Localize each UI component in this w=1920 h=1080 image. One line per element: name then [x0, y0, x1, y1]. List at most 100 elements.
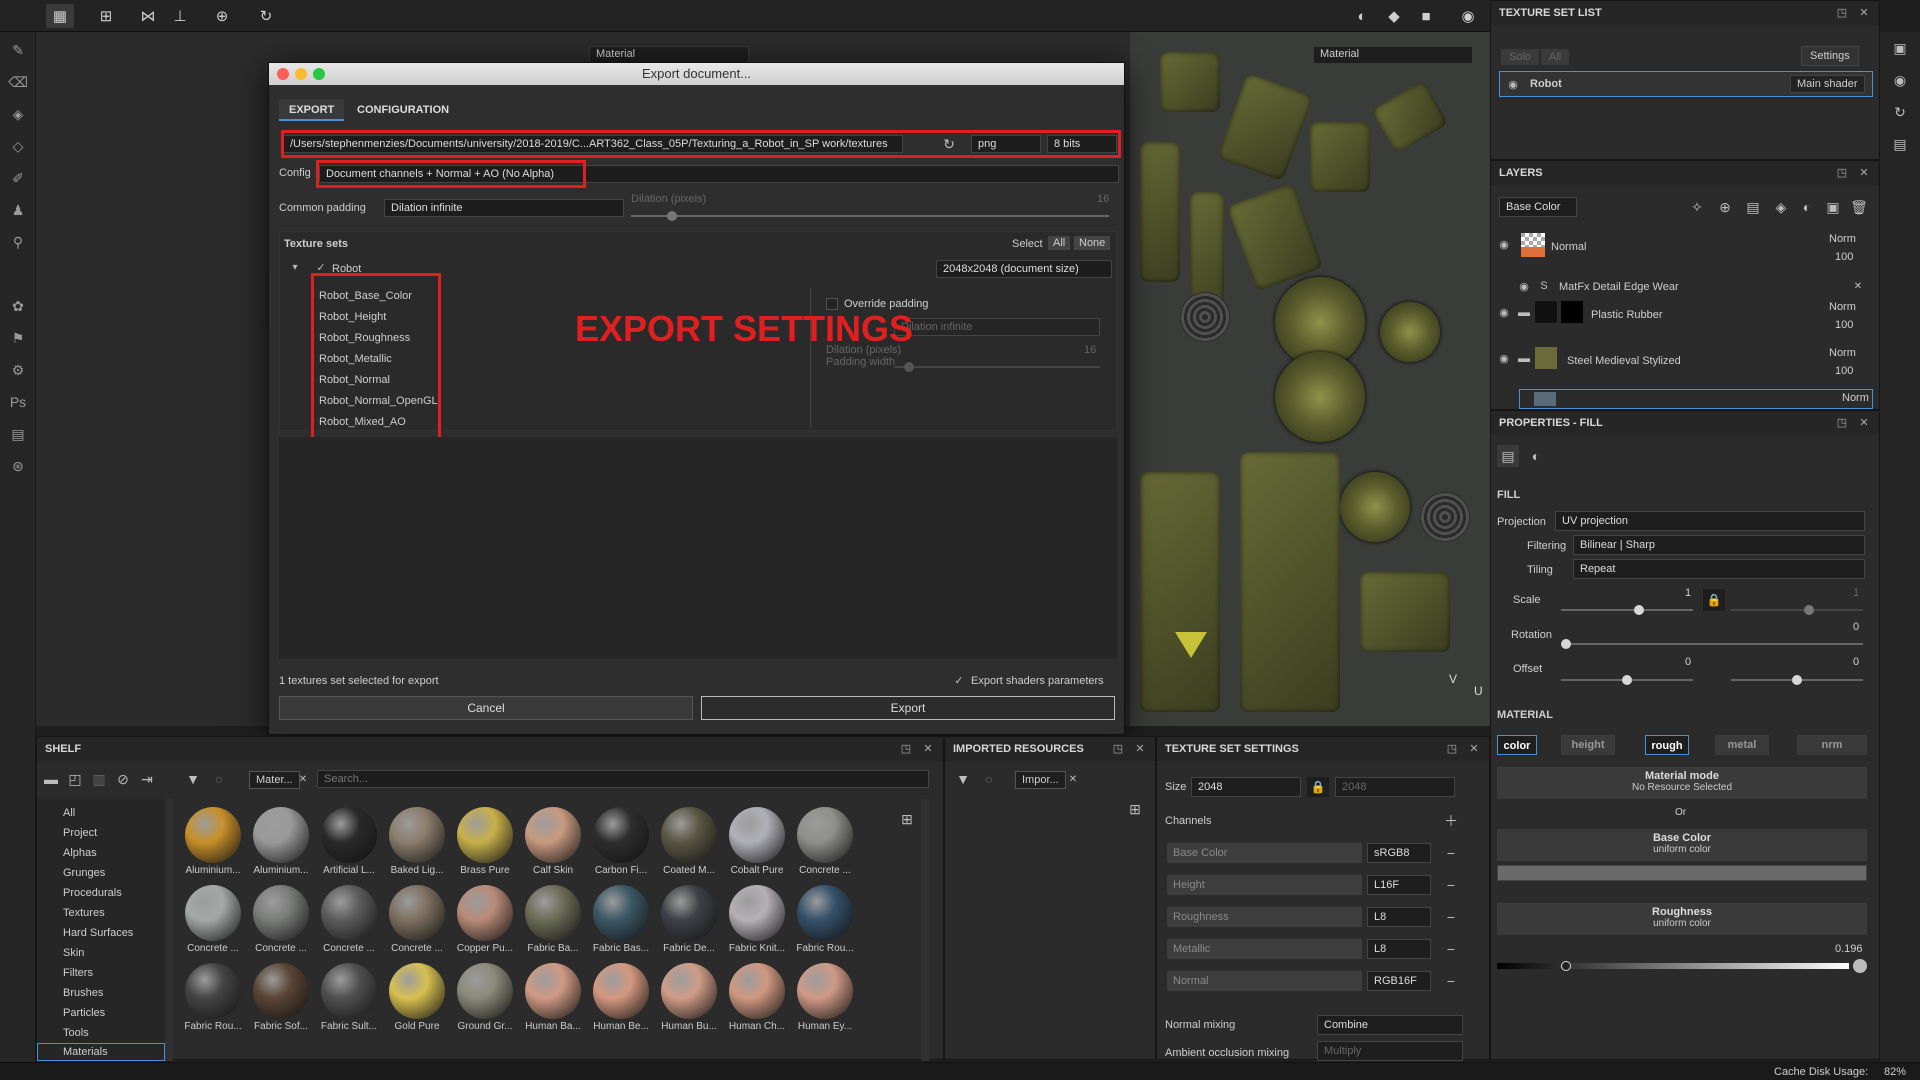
material-thumbnail[interactable]: [185, 963, 241, 1019]
lock-icon[interactable]: 🔒: [1703, 589, 1725, 611]
filter-icon[interactable]: ▼: [953, 769, 973, 789]
mirror-icon[interactable]: ⋈: [134, 4, 162, 28]
projection-select[interactable]: UV projection: [1555, 511, 1865, 531]
channel-format-select[interactable]: RGB16F: [1367, 971, 1431, 991]
texture-size-select[interactable]: 2048x2048 (document size): [936, 260, 1112, 278]
remove-channel-icon[interactable]: −: [1441, 907, 1461, 927]
size-select[interactable]: 2048: [1191, 777, 1301, 797]
projection-icon[interactable]: ◈: [6, 102, 30, 126]
layer-blend[interactable]: Norm: [1842, 392, 1869, 404]
folder-icon[interactable]: ▬: [41, 769, 61, 789]
material-thumbnail[interactable]: [321, 885, 377, 941]
cancel-button[interactable]: Cancel: [279, 696, 693, 720]
float-icon[interactable]: ◳: [897, 737, 915, 761]
scale-slider-linked[interactable]: [1731, 605, 1863, 615]
chip-nrm[interactable]: nrm: [1797, 735, 1867, 755]
eye-icon[interactable]: ◉: [1497, 351, 1511, 365]
close-icon[interactable]: ✕: [1851, 279, 1865, 293]
eraser-icon[interactable]: ⌫: [6, 70, 30, 94]
material-thumbnail[interactable]: [525, 885, 581, 941]
channel-format-select[interactable]: sRGB8: [1367, 843, 1431, 863]
category-item[interactable]: Textures: [63, 907, 105, 919]
add-channel-icon[interactable]: ＋: [1441, 811, 1461, 831]
categories-scrollbar[interactable]: [165, 799, 173, 1061]
material-thumbnail[interactable]: [389, 963, 445, 1019]
paint-brush-icon[interactable]: ✎: [6, 38, 30, 62]
polygon-fill-icon[interactable]: ◇: [6, 134, 30, 158]
add-fill-icon[interactable]: ◈: [1771, 197, 1791, 217]
layer-opacity[interactable]: 100: [1835, 251, 1853, 263]
fill-properties-icon[interactable]: ▤: [1497, 445, 1519, 467]
remove-channel-icon[interactable]: −: [1441, 843, 1461, 863]
layer-row[interactable]: ◉ Normal Norm 100: [1491, 231, 1871, 275]
add-effect-icon[interactable]: ⊕: [1715, 197, 1735, 217]
align-icon[interactable]: ⊥: [166, 4, 194, 28]
material-thumbnail[interactable]: [321, 807, 377, 863]
channel-format-select[interactable]: L8: [1367, 907, 1431, 927]
log-icon[interactable]: ▤: [1890, 134, 1910, 154]
history-icon[interactable]: ↻: [252, 4, 280, 28]
override-padding-select[interactable]: Dilation infinite: [894, 318, 1100, 336]
select-all-button[interactable]: All: [1048, 236, 1071, 250]
material-thumbnail[interactable]: [797, 807, 853, 863]
grid-view-icon[interactable]: ⊞: [897, 809, 917, 829]
material-thumbnail[interactable]: [661, 963, 717, 1019]
remove-channel-icon[interactable]: −: [1441, 875, 1461, 895]
category-item[interactable]: Project: [63, 827, 97, 839]
shader-select[interactable]: Main shader: [1790, 75, 1865, 93]
channel-format-select[interactable]: L8: [1367, 939, 1431, 959]
bake-icon[interactable]: ⚙: [6, 358, 30, 382]
2d-uv-viewport[interactable]: Material V U: [1130, 32, 1490, 726]
close-icon[interactable]: [277, 68, 289, 80]
override-dilation-slider[interactable]: [894, 362, 1100, 372]
category-item[interactable]: Tools: [63, 1027, 89, 1039]
material-thumbnail[interactable]: [593, 963, 649, 1019]
material-thumbnail[interactable]: [457, 885, 513, 941]
texture-set-row[interactable]: ◉ Robot Main shader: [1499, 71, 1873, 97]
filter-icon[interactable]: ▼: [183, 769, 203, 789]
material-thumbnail[interactable]: [389, 807, 445, 863]
add-folder-icon[interactable]: ▣: [1823, 197, 1843, 217]
padding-select[interactable]: Dilation infinite: [384, 199, 624, 217]
eye-icon[interactable]: ◉: [1497, 305, 1511, 319]
category-item[interactable]: Alphas: [63, 847, 97, 859]
tab-export[interactable]: EXPORT: [279, 99, 345, 121]
material-thumbnail[interactable]: [661, 807, 717, 863]
offset-u-slider[interactable]: [1561, 675, 1693, 685]
tiling-select[interactable]: Repeat: [1573, 559, 1865, 579]
rotation-slider[interactable]: [1561, 639, 1863, 649]
filter-tag[interactable]: Impor...: [1015, 771, 1066, 789]
eye-icon[interactable]: ◉: [1517, 279, 1531, 293]
bell-icon[interactable]: ⚑: [6, 326, 30, 350]
material-thumbnail[interactable]: [389, 885, 445, 941]
close-icon[interactable]: ✕: [1465, 737, 1483, 761]
plugin-icon[interactable]: ⊛: [6, 454, 30, 478]
split-view-icon[interactable]: ◐: [1348, 4, 1376, 28]
maximize-icon[interactable]: [313, 68, 325, 80]
settings-dropdown[interactable]: Settings: [1801, 46, 1859, 66]
material-thumbnail[interactable]: [593, 885, 649, 941]
material-thumbnail[interactable]: [253, 963, 309, 1019]
material-thumbnail[interactable]: [253, 885, 309, 941]
search-input[interactable]: Search...: [317, 770, 929, 788]
refresh-icon[interactable]: ○: [209, 769, 229, 789]
solo-button[interactable]: Solo: [1501, 49, 1540, 65]
base-color-button[interactable]: Base Color uniform color: [1497, 829, 1867, 861]
material-sphere-icon[interactable]: ◐: [1525, 445, 1547, 467]
material-thumbnail[interactable]: [729, 885, 785, 941]
material-thumbnail[interactable]: [457, 963, 513, 1019]
chip-metal[interactable]: metal: [1715, 735, 1769, 755]
layer-opacity[interactable]: 100: [1835, 319, 1853, 331]
close-icon[interactable]: ✕: [1855, 411, 1873, 435]
all-button[interactable]: All: [1541, 49, 1570, 65]
delete-icon[interactable]: 🗑: [1849, 197, 1869, 217]
close-icon[interactable]: ✕: [919, 737, 937, 761]
hide-icon[interactable]: ⊘: [113, 769, 133, 789]
float-icon[interactable]: ◳: [1443, 737, 1461, 761]
offset-v-slider[interactable]: [1731, 675, 1863, 685]
material-thumbnail[interactable]: [457, 807, 513, 863]
material-thumbnail[interactable]: [729, 963, 785, 1019]
chip-rough[interactable]: rough: [1645, 735, 1689, 755]
material-thumbnail[interactable]: [253, 807, 309, 863]
import-icon[interactable]: ⇥: [137, 769, 157, 789]
